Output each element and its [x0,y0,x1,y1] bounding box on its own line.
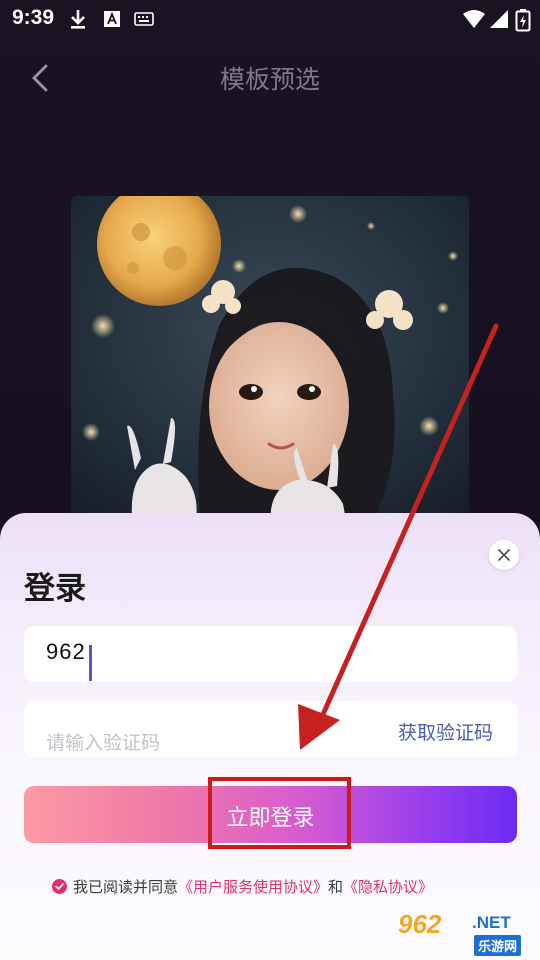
agreement-checkbox[interactable] [52,878,67,894]
phone-input[interactable]: 962 [24,626,517,682]
get-code-button[interactable]: 获取验证码 [398,718,493,745]
agreement-conjunction: 和 [328,877,344,896]
status-bar: 9:39 [0,0,540,38]
download-icon [71,10,85,29]
font-a-icon [104,11,120,27]
battery-icon [515,9,531,32]
screen: 9:39 模板预选 登录 962 请输入验证码 获取验证码 立即登录 我已阅读并… [0,0,540,960]
page-title: 模板预选 [219,65,320,94]
privacy-policy-link[interactable]: 《隐私协议》 [343,876,433,897]
agreement-row: 我已阅读并同意 《用户服务使用协议》 和 《隐私协议》 [52,874,433,898]
watermark-sub: 乐游网 [474,935,522,956]
phone-input-value: 962 [46,639,86,664]
template-preview-image [71,196,469,526]
site-watermark: 962 .NET 乐游网 [398,909,536,957]
annotation-highlight-box [208,777,351,849]
login-title: 登录 [24,571,86,607]
keyboard-icon [134,12,154,26]
watermark-suffix: .NET [472,913,511,932]
verification-code-input[interactable]: 请输入验证码 获取验证码 [24,701,517,757]
signal-icon [490,10,508,28]
wifi-icon [463,10,485,28]
text-cursor [89,645,92,681]
status-time: 9:39 [12,6,55,29]
check-icon [55,882,64,890]
watermark-logo: 962 [398,909,442,939]
agreement-prefix: 我已阅读并同意 [73,877,179,896]
user-agreement-link[interactable]: 《用户服务使用协议》 [178,876,328,897]
close-icon[interactable] [489,540,519,570]
code-placeholder: 请输入验证码 [46,732,161,754]
